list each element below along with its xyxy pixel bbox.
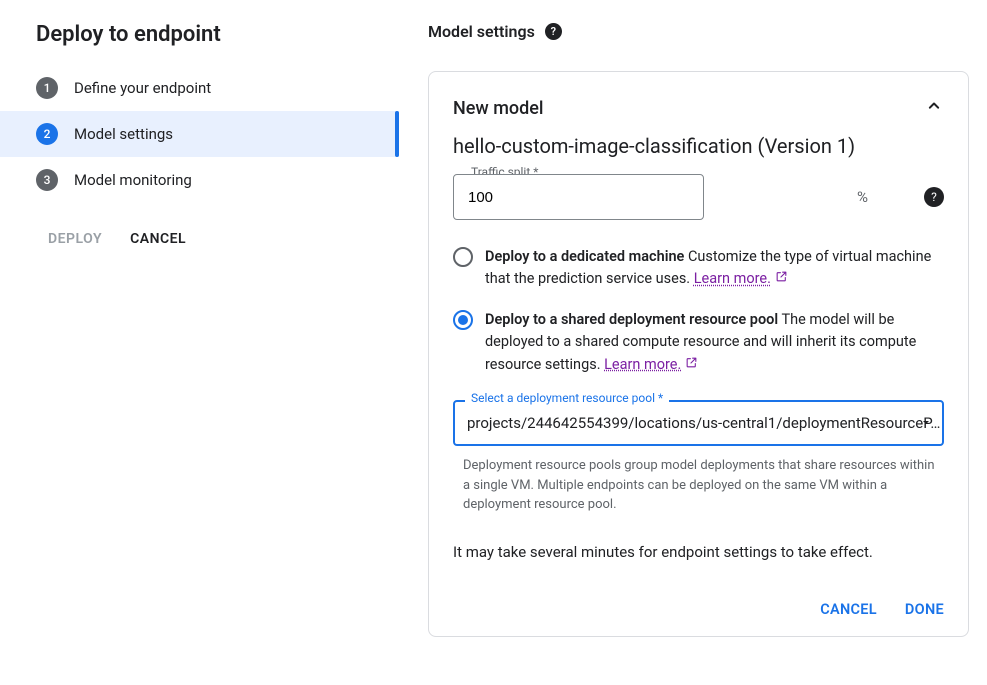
radio-shared-text: Deploy to a shared deployment resource p…: [485, 309, 944, 376]
step-label: Model settings: [74, 125, 173, 143]
step-model-monitoring[interactable]: 3 Model monitoring: [0, 157, 399, 203]
step-list: 1 Define your endpoint 2 Model settings …: [0, 65, 399, 203]
resource-pool-helper: Deployment resource pools group model de…: [453, 456, 944, 515]
step-label: Model monitoring: [74, 171, 192, 189]
deploy-button: DEPLOY: [48, 231, 102, 247]
external-link-icon: [775, 268, 788, 290]
help-icon[interactable]: ?: [545, 23, 562, 40]
deployment-options: Deploy to a dedicated machine Customize …: [453, 246, 944, 376]
card-done-button[interactable]: DONE: [905, 601, 944, 618]
learn-more-link[interactable]: Learn more.: [694, 268, 788, 290]
resource-pool-select[interactable]: Select a deployment resource pool * proj…: [453, 400, 944, 446]
traffic-split-field: Traffic split * % ?: [453, 174, 944, 220]
percent-unit: %: [857, 188, 868, 206]
main-header: Model settings ?: [428, 22, 969, 41]
chevron-up-icon[interactable]: [924, 96, 944, 120]
step-define-endpoint[interactable]: 1 Define your endpoint: [0, 65, 399, 111]
radio-shared-title: Deploy to a shared deployment resource p…: [485, 311, 778, 328]
radio-shared[interactable]: Deploy to a shared deployment resource p…: [453, 309, 944, 376]
cancel-button[interactable]: CANCEL: [130, 231, 186, 247]
step-number-badge: 3: [36, 169, 58, 191]
sidebar-title: Deploy to endpoint: [0, 16, 399, 65]
card-header[interactable]: New model: [453, 96, 944, 120]
step-model-settings[interactable]: 2 Model settings: [0, 111, 399, 157]
radio-dedicated-button[interactable]: [453, 247, 473, 267]
resource-pool-label: Select a deployment resource pool *: [465, 391, 669, 405]
step-label: Define your endpoint: [74, 79, 211, 97]
card-title: New model: [453, 98, 544, 119]
card-cancel-button[interactable]: CANCEL: [820, 601, 877, 618]
dropdown-caret-icon: [920, 414, 932, 433]
step-number-badge: 2: [36, 123, 58, 145]
radio-shared-button[interactable]: [453, 310, 473, 330]
sidebar: Deploy to endpoint 1 Define your endpoin…: [0, 0, 400, 685]
radio-shared-inner: [458, 315, 468, 325]
traffic-split-input[interactable]: [453, 174, 704, 220]
model-name: hello-custom-image-classification (Versi…: [453, 134, 944, 158]
main-header-text: Model settings: [428, 22, 535, 41]
effect-note: It may take several minutes for endpoint…: [453, 543, 944, 561]
help-icon[interactable]: ?: [924, 187, 944, 207]
model-card: New model hello-custom-image-classificat…: [428, 71, 969, 637]
card-actions: CANCEL DONE: [453, 601, 944, 618]
learn-more-link[interactable]: Learn more.: [604, 354, 698, 376]
main-panel: Model settings ? New model hello-custom-…: [400, 0, 987, 685]
radio-dedicated-title: Deploy to a dedicated machine: [485, 248, 684, 265]
resource-pool-value[interactable]: projects/244642554399/locations/us-centr…: [453, 400, 944, 446]
radio-dedicated-text: Deploy to a dedicated machine Customize …: [485, 246, 944, 291]
step-number-badge: 1: [36, 77, 58, 99]
radio-dedicated[interactable]: Deploy to a dedicated machine Customize …: [453, 246, 944, 291]
sidebar-actions: DEPLOY CANCEL: [0, 203, 399, 247]
external-link-icon: [685, 354, 698, 376]
